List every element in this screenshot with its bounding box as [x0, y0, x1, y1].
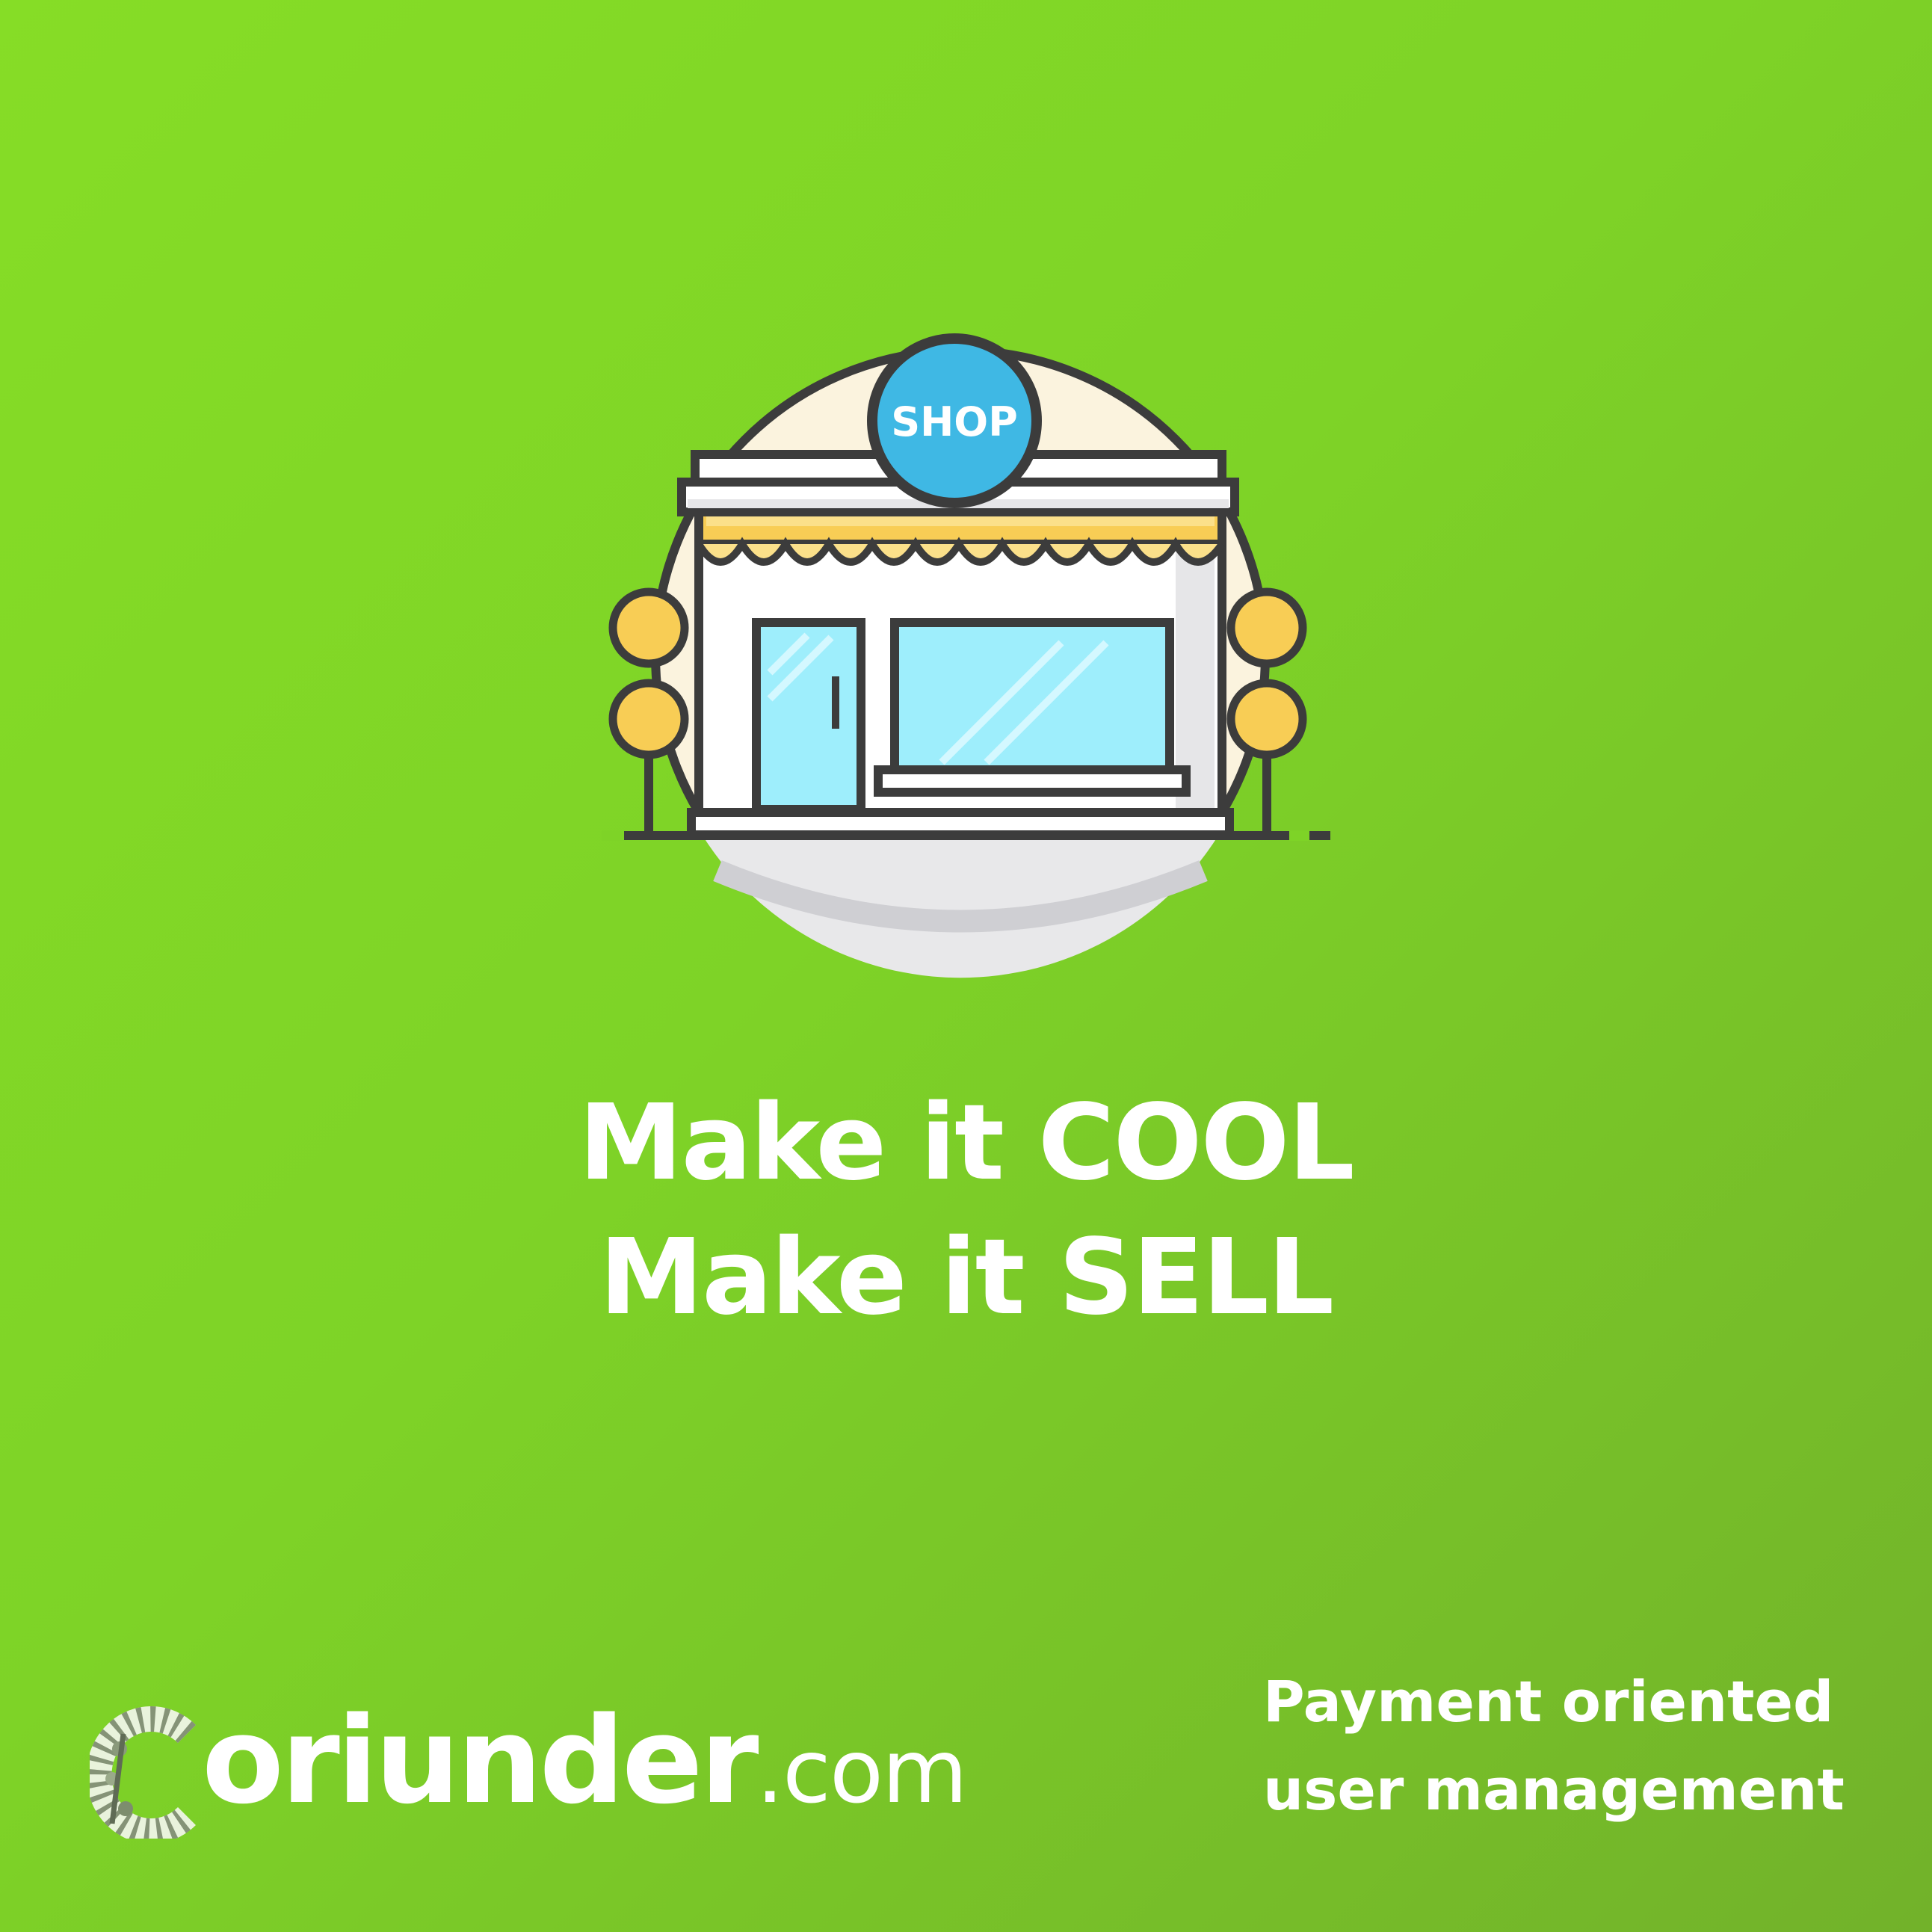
tagline-line-1: Payment oriented [1263, 1668, 1834, 1735]
brand-logo: oriunder.com [90, 1689, 968, 1839]
headline-line-2: Make it SELL [599, 1217, 1334, 1339]
coriander-leaf-c-icon [90, 1706, 196, 1839]
right-tree [1226, 587, 1307, 833]
headline: Make it COOL Make it SELL [0, 1076, 1932, 1345]
illustration-ground [703, 836, 1218, 978]
shop-illustration: SHOP [602, 333, 1330, 978]
shop-sign: SHOP [867, 333, 1042, 508]
tagline-line-2: user management [1263, 1756, 1845, 1823]
brand-domain-suffix: .com [756, 1720, 968, 1823]
shop-sign-text: SHOP [891, 398, 1018, 445]
headline-line-1: Make it COOL [578, 1082, 1354, 1204]
left-tree [608, 587, 689, 833]
shop-door [752, 618, 865, 814]
brand-name: oriunder.com [202, 1691, 968, 1830]
tagline: Payment oriented user management [1263, 1658, 1845, 1834]
shop-window [874, 618, 1191, 797]
